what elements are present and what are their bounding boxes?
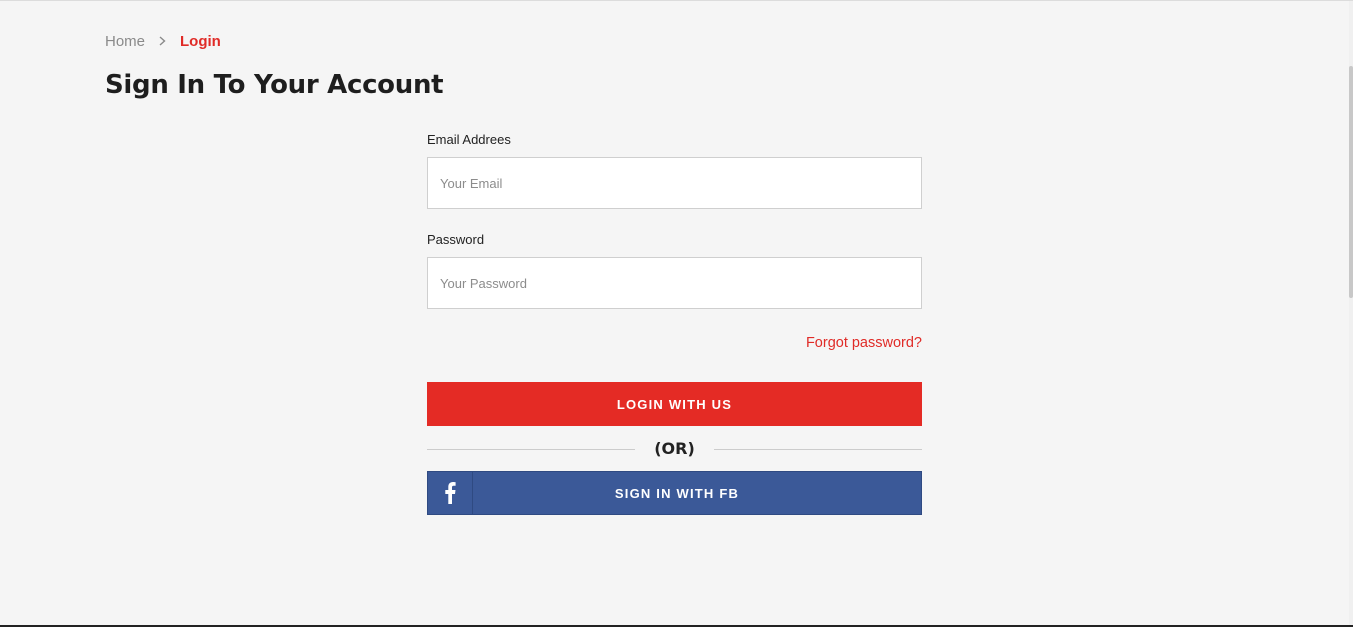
login-button[interactable]: LOGIN WITH US [427, 382, 922, 426]
chevron-right-icon [159, 34, 166, 49]
facebook-icon [428, 472, 473, 514]
breadcrumb-home-link[interactable]: Home [105, 33, 145, 50]
breadcrumb-current: Login [180, 33, 221, 50]
email-label: Email Addrees [427, 132, 511, 147]
email-field[interactable] [427, 157, 922, 209]
breadcrumb: Home Login [105, 33, 221, 50]
email-field-group: Email Addrees [427, 132, 922, 209]
scrollbar-thumb[interactable] [1349, 66, 1353, 298]
password-field[interactable] [427, 257, 922, 309]
sign-in-with-fb-button[interactable]: SIGN IN WITH FB [427, 471, 922, 515]
page-title: Sign In To Your Account [105, 70, 444, 100]
or-divider: (OR) [427, 437, 922, 459]
password-label: Password [427, 232, 485, 247]
password-field-group: Password [427, 232, 922, 309]
fb-button-label: SIGN IN WITH FB [614, 485, 740, 501]
divider-line-right [714, 449, 922, 450]
top-border [0, 0, 1353, 1]
forgot-password-link[interactable]: Forgot password? [806, 335, 922, 351]
